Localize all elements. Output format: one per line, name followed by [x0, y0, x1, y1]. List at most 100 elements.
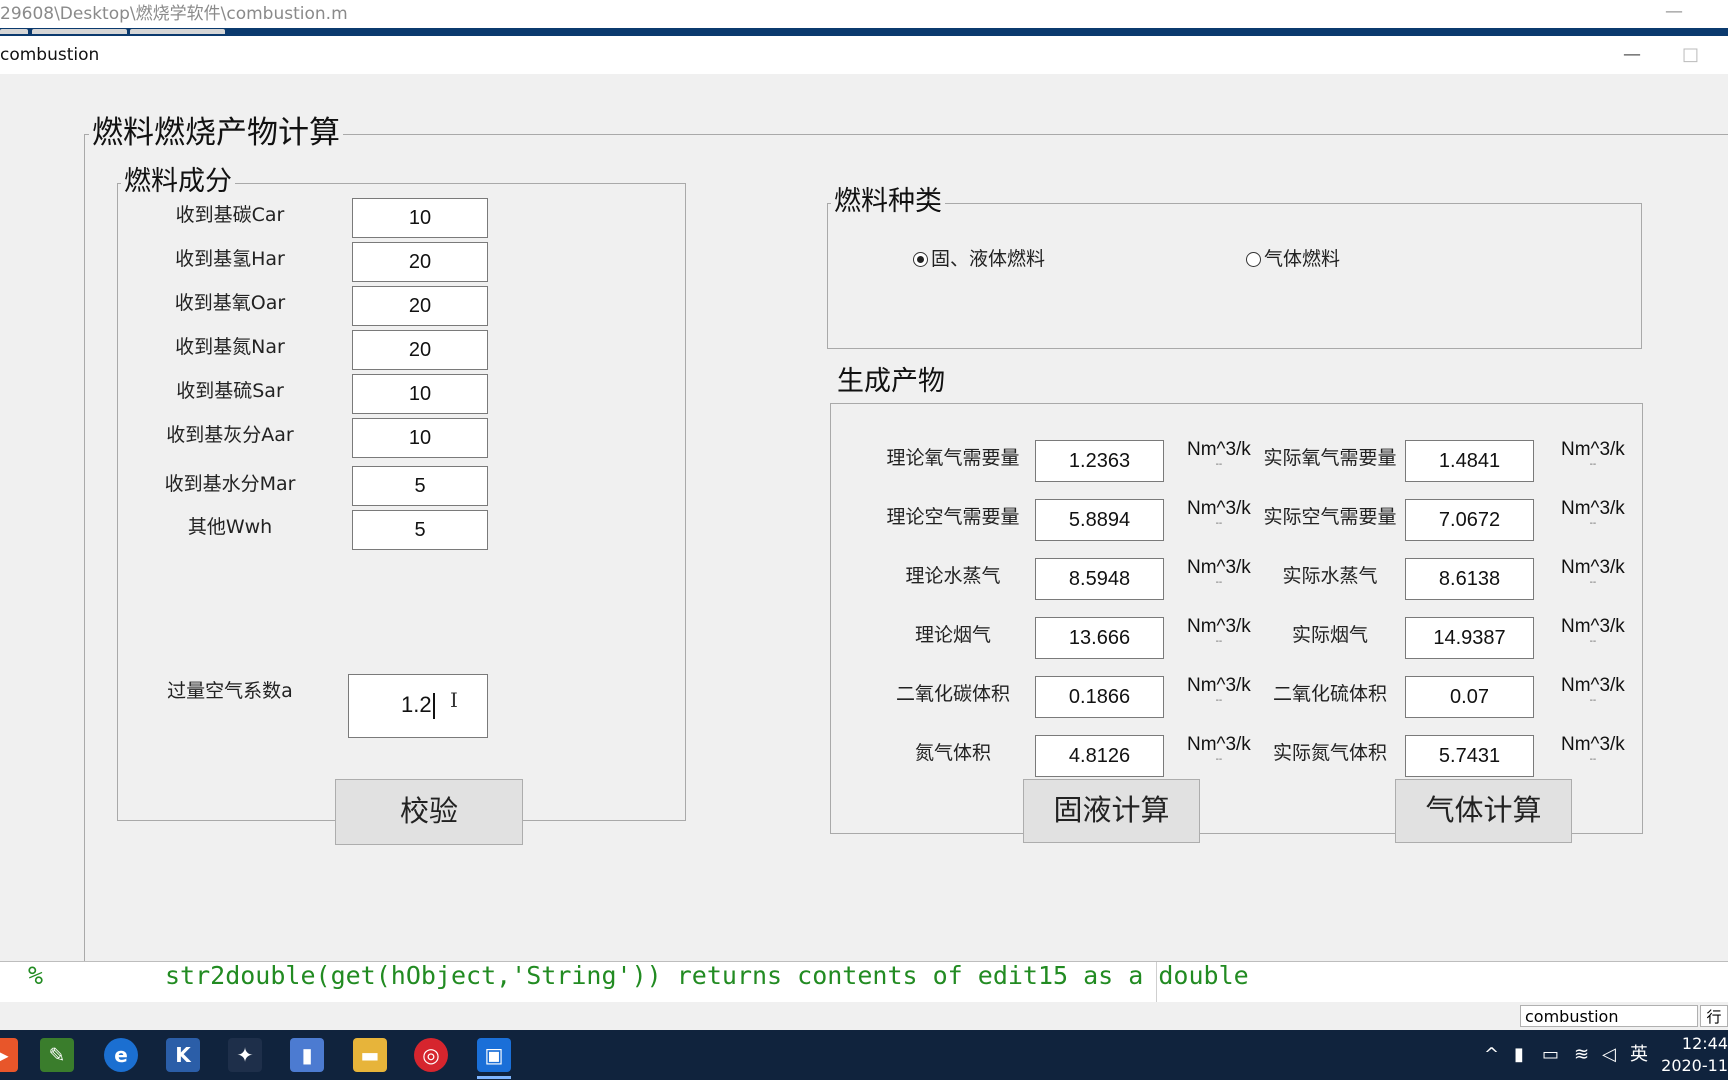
radio-solid-liquid-label: 固、液体燃料: [931, 248, 1046, 270]
wifi-icon[interactable]: ≋: [1574, 1030, 1589, 1080]
product-unit: Nm^3/k --: [1561, 675, 1625, 706]
radio-solid-liquid-fuel[interactable]: 固、液体燃料: [913, 244, 1045, 271]
unit-tick: --: [1215, 518, 1223, 529]
composition-input[interactable]: 5: [352, 466, 488, 506]
folder-icon[interactable]: ▬: [353, 1038, 387, 1072]
product-theoretical-value[interactable]: 8.5948: [1035, 558, 1164, 600]
product-actual-value[interactable]: 0.07: [1405, 676, 1534, 718]
unit-tick: --: [1589, 577, 1597, 588]
app-minimize-button[interactable]: —: [1623, 36, 1641, 74]
code-editor-line[interactable]: % str2double(get(hObject,'String')) retu…: [0, 961, 1728, 1002]
clock-time: 12:44: [1681, 1034, 1728, 1053]
product-actual-label: 实际水蒸气: [1282, 565, 1378, 587]
text-cursor-icon: I: [450, 688, 458, 712]
solid-liquid-calc-button[interactable]: 固液计算: [1023, 779, 1200, 843]
unit-tick: --: [1215, 695, 1223, 706]
product-theoretical-label: 理论烟气: [914, 624, 991, 646]
editor-tab[interactable]: [0, 29, 28, 34]
meeting-icon[interactable]: ▣: [477, 1038, 511, 1072]
unit-text: Nm^3/k: [1561, 616, 1625, 637]
kingsoft-icon[interactable]: K: [166, 1038, 200, 1072]
tray-expand-icon[interactable]: ^: [1484, 1030, 1499, 1080]
unit-text: Nm^3/k: [1187, 439, 1251, 460]
volume-icon[interactable]: ◁: [1602, 1030, 1616, 1080]
product-actual-value[interactable]: 1.4841: [1405, 440, 1534, 482]
product-actual-value[interactable]: 8.6138: [1405, 558, 1534, 600]
composition-input[interactable]: 20: [352, 330, 488, 370]
gas-calc-button[interactable]: 气体计算: [1395, 779, 1572, 843]
verify-button[interactable]: 校验: [335, 779, 523, 845]
editor-tab[interactable]: [130, 29, 225, 34]
battery-icon[interactable]: ▭: [1542, 1030, 1559, 1080]
product-theoretical-value[interactable]: 13.666: [1035, 617, 1164, 659]
code-comment-marker: %: [28, 961, 44, 990]
composition-label: 收到基水分Mar: [164, 473, 296, 495]
microphone-icon[interactable]: ▮: [1514, 1030, 1524, 1080]
composition-label: 收到基氧Oar: [174, 292, 286, 314]
unit-tick: --: [1589, 636, 1597, 647]
unit-text: Nm^3/k: [1187, 734, 1251, 755]
product-theoretical-value[interactable]: 5.8894: [1035, 499, 1164, 541]
file-icon[interactable]: ▮: [290, 1038, 324, 1072]
composition-input[interactable]: 20: [352, 242, 488, 282]
radio-selected-icon: [913, 252, 928, 267]
editor-minimize-button[interactable]: —: [1665, 0, 1683, 26]
radio-unselected-icon: [1246, 252, 1261, 267]
app-red-icon[interactable]: ▶: [0, 1038, 18, 1072]
radio-gas-fuel[interactable]: 气体燃料: [1246, 244, 1340, 271]
product-unit: Nm^3/k --: [1561, 734, 1625, 765]
composition-label: 收到基氢Har: [175, 248, 285, 270]
product-actual-label: 实际氧气需要量: [1263, 447, 1397, 469]
product-actual-value[interactable]: 14.9387: [1405, 617, 1534, 659]
unit-text: Nm^3/k: [1187, 675, 1251, 696]
unit-tick: --: [1589, 459, 1597, 470]
unit-text: Nm^3/k: [1561, 439, 1625, 460]
product-actual-value[interactable]: 5.7431: [1405, 735, 1534, 777]
product-theoretical-label: 氮气体积: [914, 742, 991, 764]
netease-music-icon[interactable]: ◎: [414, 1038, 448, 1072]
composition-input[interactable]: 20: [352, 286, 488, 326]
products-title: 生成产物: [834, 364, 948, 400]
product-unit: Nm^3/k --: [1187, 616, 1251, 647]
unit-tick: --: [1589, 754, 1597, 765]
product-unit: Nm^3/k --: [1561, 439, 1625, 470]
product-actual-value[interactable]: 7.0672: [1405, 499, 1534, 541]
editor-tab[interactable]: [32, 29, 127, 34]
unit-text: Nm^3/k: [1187, 498, 1251, 519]
excess-air-input[interactable]: 1.2: [348, 674, 488, 738]
edge-icon[interactable]: e: [104, 1038, 138, 1072]
paint-icon[interactable]: ✦: [228, 1038, 262, 1072]
product-theoretical-label: 理论空气需要量: [886, 506, 1020, 528]
product-theoretical-value[interactable]: 0.1866: [1035, 676, 1164, 718]
composition-label: 收到基碳Car: [175, 204, 285, 226]
composition-input[interactable]: 10: [352, 418, 488, 458]
product-actual-label: 实际氮气体积: [1272, 742, 1387, 764]
unit-tick: --: [1215, 577, 1223, 588]
product-actual-label: 实际空气需要量: [1263, 506, 1397, 528]
product-unit: Nm^3/k --: [1187, 439, 1251, 470]
composition-input[interactable]: 10: [352, 198, 488, 238]
clock-date: 2020-11: [1661, 1056, 1728, 1075]
composition-label: 收到基氮Nar: [175, 336, 285, 358]
active-app-indicator: [477, 1076, 511, 1079]
fuel-composition-title: 燃料成分: [121, 164, 235, 200]
editor-status-bar: combustion 行: [0, 1002, 1728, 1030]
composition-input[interactable]: 5: [352, 510, 488, 550]
composition-label: 收到基灰分Aar: [166, 424, 294, 446]
product-theoretical-value[interactable]: 4.8126: [1035, 735, 1164, 777]
taskbar-clock[interactable]: 12:44 2020-11: [1656, 1033, 1728, 1077]
text-caret: [432, 693, 435, 720]
ime-indicator[interactable]: 英: [1630, 1030, 1648, 1080]
product-unit: Nm^3/k --: [1187, 498, 1251, 529]
unit-text: Nm^3/k: [1561, 498, 1625, 519]
radio-gas-label: 气体燃料: [1264, 248, 1341, 270]
notes-icon[interactable]: ✎: [40, 1038, 74, 1072]
product-unit: Nm^3/k --: [1187, 675, 1251, 706]
composition-label: 其他Wwh: [187, 516, 273, 538]
unit-tick: --: [1589, 518, 1597, 529]
product-theoretical-value[interactable]: 1.2363: [1035, 440, 1164, 482]
unit-text: Nm^3/k: [1561, 675, 1625, 696]
app-maximize-button[interactable]: □: [1682, 36, 1699, 74]
composition-input[interactable]: 10: [352, 374, 488, 414]
excess-air-value: 1.2: [401, 692, 432, 717]
